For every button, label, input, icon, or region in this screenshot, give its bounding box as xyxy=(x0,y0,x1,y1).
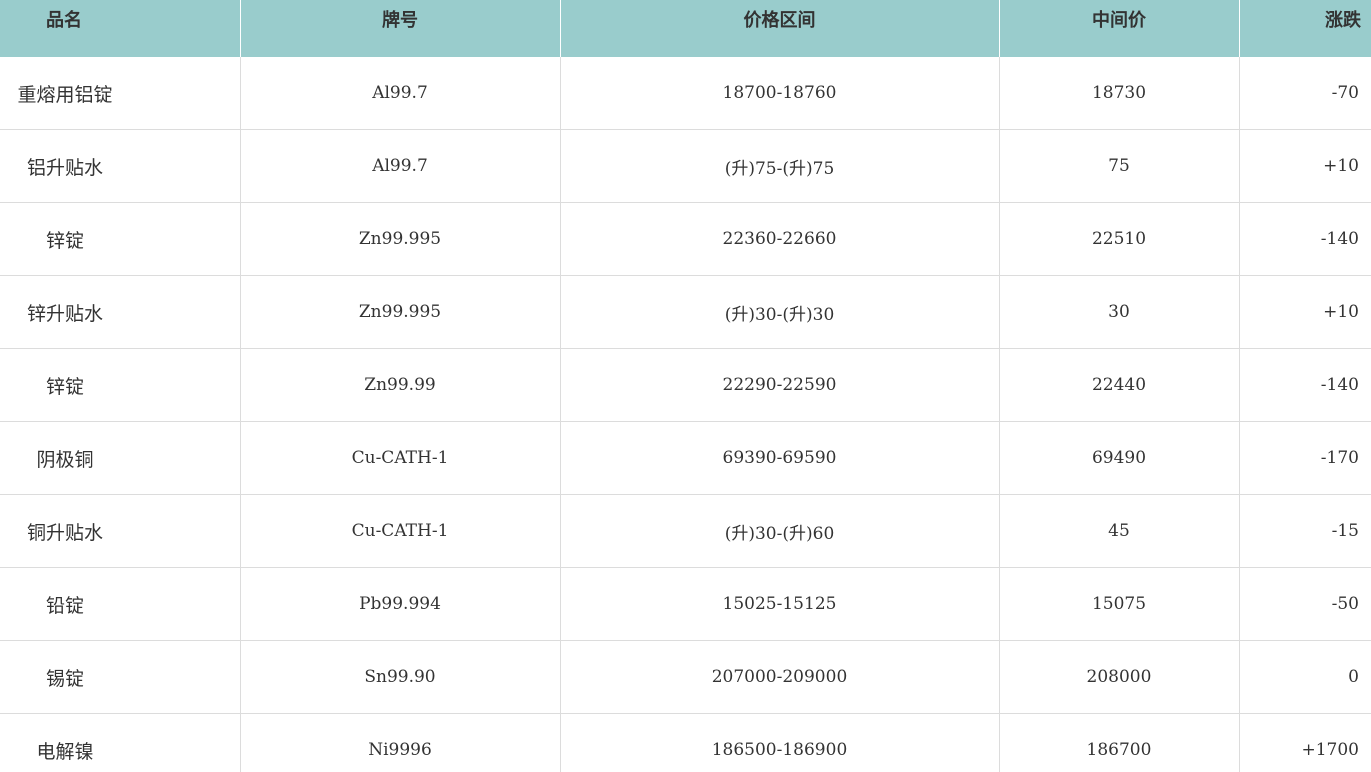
cell-mid-price: 186700 xyxy=(999,713,1240,772)
cell-mid-price: 22440 xyxy=(999,348,1240,422)
product-name-text: 重熔用铝锭 xyxy=(17,83,113,106)
cell-grade: Sn99.90 xyxy=(240,640,561,714)
header-mid-price: 中间价 xyxy=(999,0,1240,57)
cell-change: -70 xyxy=(1239,57,1371,130)
cell-mid-price: 18730 xyxy=(999,57,1240,130)
table-row: 铝升贴水 Al99.7 (升)75-(升)75 75 +10 xyxy=(0,129,1371,203)
cell-change: -140 xyxy=(1239,348,1371,422)
cell-grade: Al99.7 xyxy=(240,57,561,130)
cell-change: +10 xyxy=(1239,275,1371,349)
cell-mid-price: 30 xyxy=(999,275,1240,349)
cell-product-name: 锌锭 xyxy=(0,202,241,276)
table-row: 重熔用铝锭 Al99.7 18700-18760 18730 -70 xyxy=(0,57,1371,130)
cell-mid-price: 208000 xyxy=(999,640,1240,714)
product-name-text: 阴极铜 xyxy=(36,448,94,471)
price-table: 品名 牌号 价格区间 中间价 涨跌 重熔用铝锭 Al99.7 18700-18760… xyxy=(0,0,1371,772)
cell-product-name: 铅锭 xyxy=(0,567,241,641)
product-name-text: 电解镍 xyxy=(36,740,94,763)
product-name-text: 锡锭 xyxy=(45,667,84,690)
table-row: 电解镍 Ni9996 186500-186900 186700 +1700 xyxy=(0,713,1371,772)
cell-product-name: 铝升贴水 xyxy=(0,129,241,203)
cell-price-range: 15025-15125 xyxy=(560,567,1000,641)
product-name-text: 铅锭 xyxy=(45,594,84,617)
cell-price-range: 207000-209000 xyxy=(560,640,1000,714)
cell-price-range: 186500-186900 xyxy=(560,713,1000,772)
product-name-text: 铜升贴水 xyxy=(26,521,103,544)
table-row: 锌升贴水 Zn99.995 (升)30-(升)30 30 +10 xyxy=(0,275,1371,349)
table-row: 锡锭 Sn99.90 207000-209000 208000 0 xyxy=(0,640,1371,714)
cell-price-range: (升)30-(升)30 xyxy=(560,275,1000,349)
product-name-text: 锌锭 xyxy=(45,375,84,398)
cell-change: -50 xyxy=(1239,567,1371,641)
cell-grade: Al99.7 xyxy=(240,129,561,203)
header-change: 涨跌 xyxy=(1239,0,1371,57)
cell-price-range: 69390-69590 xyxy=(560,421,1000,495)
cell-mid-price: 75 xyxy=(999,129,1240,203)
cell-mid-price: 69490 xyxy=(999,421,1240,495)
header-price-range: 价格区间 xyxy=(560,0,1000,57)
cell-mid-price: 45 xyxy=(999,494,1240,568)
cell-product-name: 铜升贴水 xyxy=(0,494,241,568)
header-grade: 牌号 xyxy=(240,0,561,57)
cell-product-name: 重熔用铝锭 xyxy=(0,57,241,130)
cell-price-range: (升)30-(升)60 xyxy=(560,494,1000,568)
cell-price-range: 22360-22660 xyxy=(560,202,1000,276)
table-row: 铅锭 Pb99.994 15025-15125 15075 -50 xyxy=(0,567,1371,641)
cell-change: -15 xyxy=(1239,494,1371,568)
product-name-text: 锌升贴水 xyxy=(26,302,103,325)
cell-change: +1700 xyxy=(1239,713,1371,772)
product-name-text: 锌锭 xyxy=(45,229,84,252)
table-row: 锌锭 Zn99.995 22360-22660 22510 -140 xyxy=(0,202,1371,276)
cell-grade: Pb99.994 xyxy=(240,567,561,641)
cell-grade: Cu-CATH-1 xyxy=(240,421,561,495)
cell-price-range: (升)75-(升)75 xyxy=(560,129,1000,203)
table-row: 阴极铜 Cu-CATH-1 69390-69590 69490 -170 xyxy=(0,421,1371,495)
cell-product-name: 锌锭 xyxy=(0,348,241,422)
table-row: 锌锭 Zn99.99 22290-22590 22440 -140 xyxy=(0,348,1371,422)
table-row: 铜升贴水 Cu-CATH-1 (升)30-(升)60 45 -15 xyxy=(0,494,1371,568)
product-name-text: 铝升贴水 xyxy=(26,156,103,179)
header-product-name: 品名 xyxy=(0,0,241,57)
cell-grade: Zn99.99 xyxy=(240,348,561,422)
cell-change: 0 xyxy=(1239,640,1371,714)
cell-change: +10 xyxy=(1239,129,1371,203)
cell-grade: Cu-CATH-1 xyxy=(240,494,561,568)
cell-price-range: 18700-18760 xyxy=(560,57,1000,130)
cell-change: -170 xyxy=(1239,421,1371,495)
cell-change: -140 xyxy=(1239,202,1371,276)
cell-mid-price: 22510 xyxy=(999,202,1240,276)
cell-price-range: 22290-22590 xyxy=(560,348,1000,422)
cell-product-name: 锌升贴水 xyxy=(0,275,241,349)
cell-product-name: 锡锭 xyxy=(0,640,241,714)
header-row: 品名 牌号 价格区间 中间价 涨跌 xyxy=(0,0,1371,57)
table-body: 重熔用铝锭 Al99.7 18700-18760 18730 -70 铝升贴水 Al99.7… xyxy=(0,57,1371,772)
cell-grade: Zn99.995 xyxy=(240,275,561,349)
cell-grade: Ni9996 xyxy=(240,713,561,772)
cell-product-name: 阴极铜 xyxy=(0,421,241,495)
cell-mid-price: 15075 xyxy=(999,567,1240,641)
cell-grade: Zn99.995 xyxy=(240,202,561,276)
table-header: 品名 牌号 价格区间 中间价 涨跌 xyxy=(0,0,1371,57)
cell-product-name: 电解镍 xyxy=(0,713,241,772)
